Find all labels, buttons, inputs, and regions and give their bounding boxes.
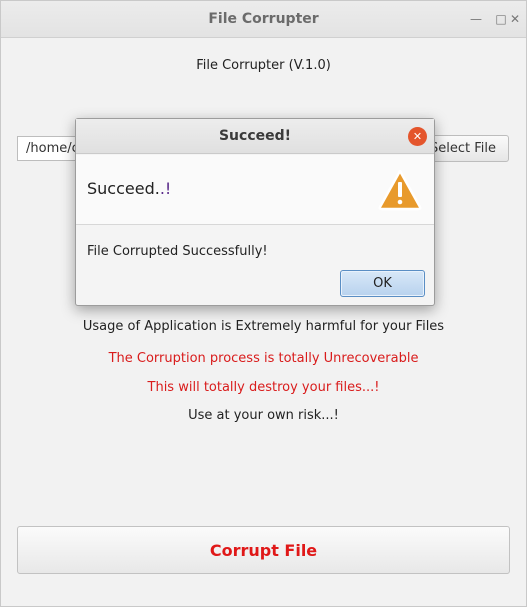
info-risk-warning: Use at your own risk...! <box>188 408 339 423</box>
warning-icon <box>378 169 422 211</box>
select-file-button[interactable]: Select File <box>425 135 509 162</box>
app-window: File Corrupter — □ ✕ File Corrupter (V.1… <box>0 0 527 607</box>
dialog-message: File Corrupted Successfully! <box>87 244 268 259</box>
info-destroy-warning: This will totally destroy your files...! <box>147 380 380 395</box>
corrupt-file-button[interactable]: Corrupt File <box>17 526 510 574</box>
success-dialog: Succeed! ✕ Succeed..! File Corrupted Suc… <box>75 118 435 306</box>
dialog-close-icon[interactable]: ✕ <box>408 127 427 146</box>
dialog-header-accent: .! <box>159 179 172 198</box>
dialog-header: Succeed..! <box>76 155 434 225</box>
dialog-titlebar[interactable]: Succeed! ✕ <box>76 119 434 154</box>
info-usage-warning: Usage of Application is Extremely harmfu… <box>82 319 445 334</box>
close-icon[interactable]: ✕ <box>507 11 523 27</box>
info-unrecoverable-warning: The Corruption process is totally Unreco… <box>108 351 419 366</box>
ok-button[interactable]: OK <box>340 270 425 297</box>
window-title: File Corrupter <box>208 11 319 27</box>
window-titlebar[interactable]: File Corrupter — □ ✕ <box>1 1 526 38</box>
dialog-header-text: Succeed..! <box>87 179 171 198</box>
dialog-title: Succeed! <box>218 128 292 144</box>
app-heading: File Corrupter (V.1.0) <box>196 58 331 73</box>
minimize-icon[interactable]: — <box>468 11 484 27</box>
dialog-header-main: Succeed. <box>87 179 160 198</box>
